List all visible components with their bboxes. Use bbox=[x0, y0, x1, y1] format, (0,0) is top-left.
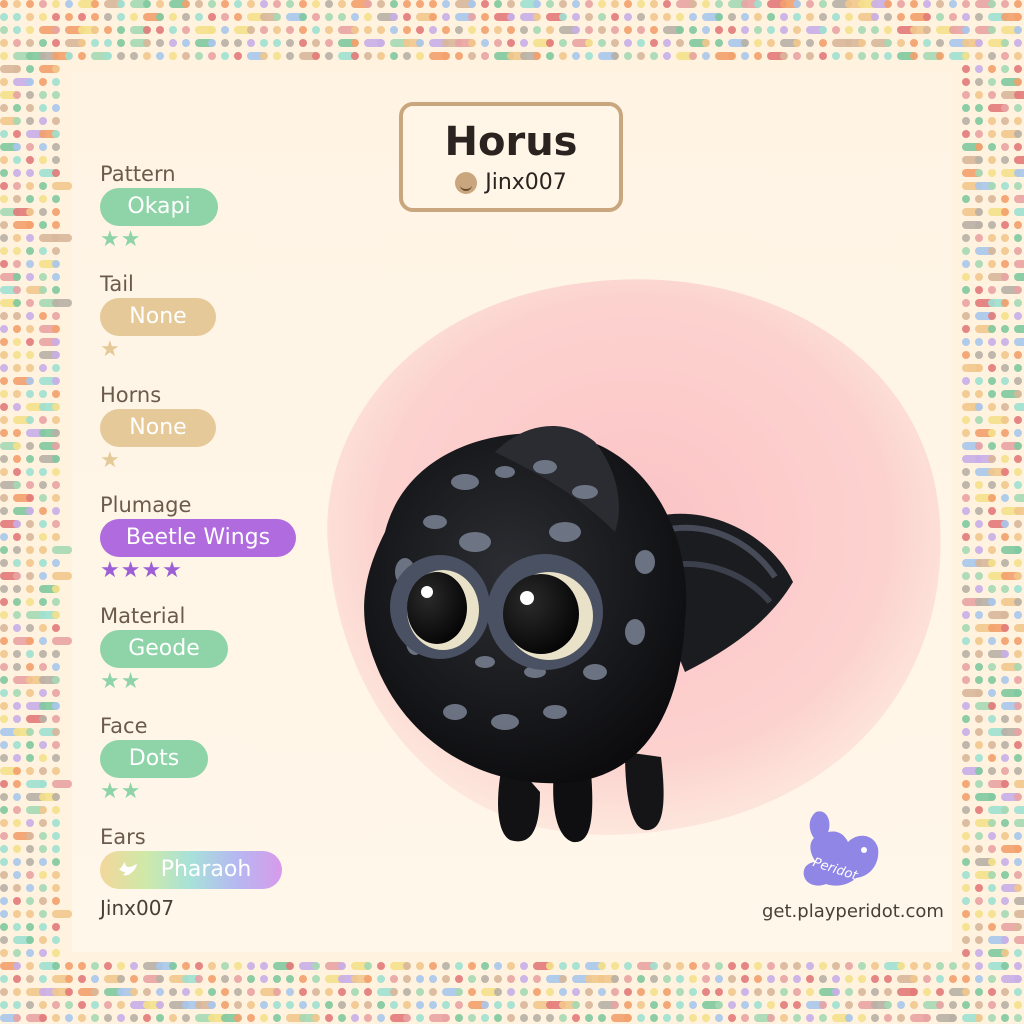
rarity-stars: ★★ bbox=[100, 669, 142, 694]
rarity-stars: ★★★★ bbox=[100, 558, 183, 583]
trait-label: Plumage bbox=[100, 493, 192, 517]
trait-value-pill[interactable]: Dots bbox=[100, 740, 208, 778]
trait-label: Horns bbox=[100, 383, 162, 407]
trait-label: Tail bbox=[100, 272, 134, 296]
trait-value-pill[interactable]: Pharaoh bbox=[100, 851, 282, 889]
trait-value-pill[interactable]: None bbox=[100, 409, 216, 447]
pet-name: Horus bbox=[444, 119, 578, 165]
trait-pattern: Pattern Okapi ★★ bbox=[100, 162, 218, 252]
owner-row: Jinx007 bbox=[403, 170, 619, 195]
trait-label: Ears bbox=[100, 825, 146, 849]
trait-label: Face bbox=[100, 714, 148, 738]
rarity-stars: ★★ bbox=[100, 779, 142, 804]
rarity-stars: ★★ bbox=[100, 227, 142, 252]
trait-ears: Ears Pharaoh bbox=[100, 825, 282, 889]
trait-label: Material bbox=[100, 604, 186, 628]
bird-icon bbox=[119, 862, 137, 876]
trait-material: Material Geode ★★ bbox=[100, 604, 228, 694]
trait-horns: Horns None ★ bbox=[100, 383, 216, 473]
rarity-stars: ★ bbox=[100, 448, 121, 473]
smiley-icon bbox=[455, 171, 478, 194]
peridot-bunny-icon: Peridot bbox=[803, 811, 879, 886]
trait-plumage: Plumage Beetle Wings ★★★★ bbox=[100, 493, 296, 583]
site-url[interactable]: get.playperidot.com bbox=[762, 901, 944, 922]
pet-creature-image bbox=[364, 425, 793, 843]
trait-value-pill[interactable]: None bbox=[100, 298, 216, 336]
trait-value-pill[interactable]: Beetle Wings bbox=[100, 519, 296, 557]
trait-value-text: Pharaoh bbox=[160, 857, 252, 882]
pet-title-card: Horus Jinx007 bbox=[399, 102, 623, 212]
trait-value-pill[interactable]: Okapi bbox=[100, 188, 218, 226]
trait-value-pill[interactable]: Geode bbox=[100, 630, 228, 668]
owner-name: Jinx007 bbox=[485, 170, 567, 195]
trait-tail: Tail None ★ bbox=[100, 272, 216, 362]
rarity-stars: ★ bbox=[100, 337, 121, 362]
trait-face: Face Dots ★★ bbox=[100, 714, 208, 804]
footer-owner: Jinx007 bbox=[100, 896, 175, 920]
trait-label: Pattern bbox=[100, 162, 176, 186]
